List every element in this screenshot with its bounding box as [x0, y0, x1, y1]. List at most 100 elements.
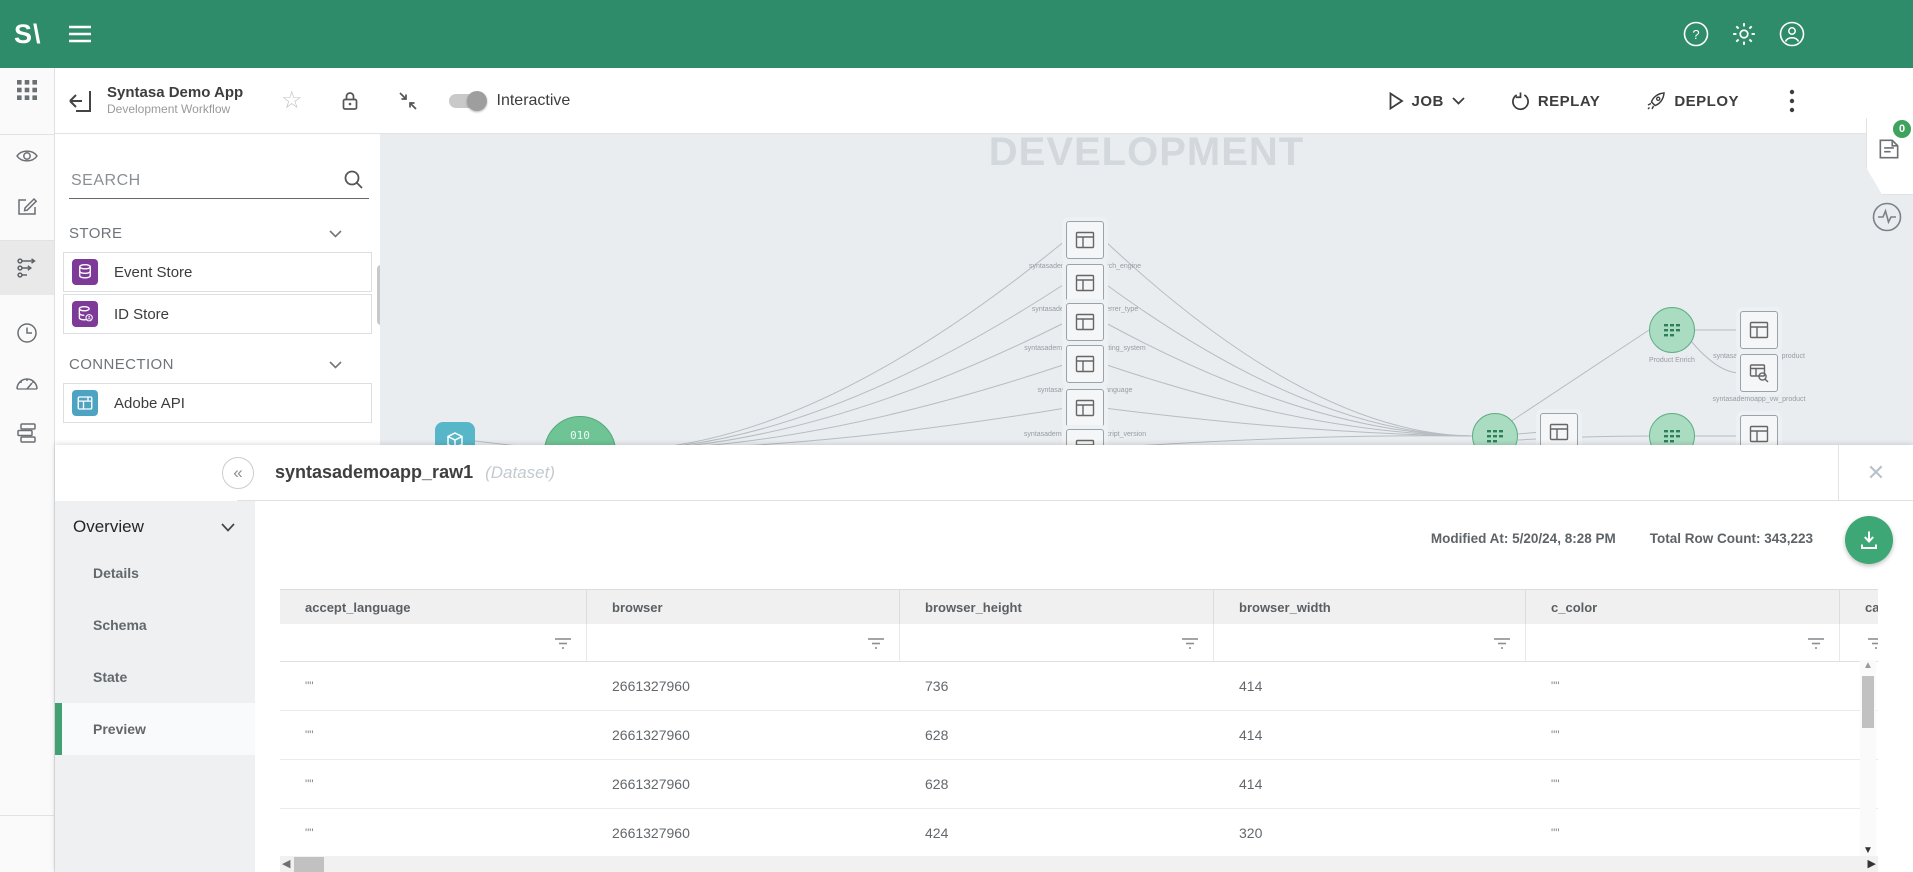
workflow-flow-icon[interactable]	[0, 241, 54, 295]
close-panel-icon[interactable]: ✕	[1838, 445, 1913, 500]
palette-item-label: Adobe API	[114, 395, 185, 412]
job-button[interactable]: JOB	[1388, 92, 1465, 110]
empty-string-value: ""	[305, 777, 314, 791]
filter-icon	[1867, 636, 1878, 650]
chevron-down-icon	[329, 230, 342, 238]
modified-at-label: Modified At: 5/20/24, 8:28 PM	[1431, 531, 1616, 546]
subnav-overview-header[interactable]: Overview	[55, 501, 255, 547]
workflow-canvas[interactable]: DEVELOPMENT 010syntasademoapp_lk_search_…	[380, 134, 1913, 445]
datasets-stack-icon[interactable]	[0, 411, 54, 455]
section-header-connection[interactable]: CONNECTION	[69, 356, 342, 373]
syntasa-logo: S\	[14, 19, 42, 50]
database-user-icon	[72, 301, 98, 327]
edit-compose-icon[interactable]	[0, 184, 54, 228]
workflow-node[interactable]	[1540, 413, 1578, 445]
download-button[interactable]	[1845, 516, 1893, 564]
cell-browser_width: 320	[1214, 809, 1526, 857]
replay-button[interactable]: REPLAY	[1511, 92, 1600, 111]
cell-accept_language: ""	[280, 662, 587, 710]
cell-c_color: ""	[1526, 809, 1840, 857]
help-icon[interactable]: ?	[1683, 21, 1709, 47]
apps-waffle-icon[interactable]	[0, 68, 54, 112]
horizontal-scroll-thumb[interactable]	[294, 857, 324, 872]
preview-eye-icon[interactable]	[0, 134, 54, 178]
settings-gear-icon[interactable]	[1731, 21, 1757, 47]
cell-browser_width: 414	[1214, 711, 1526, 759]
dashboard-gauge-icon[interactable]	[0, 362, 54, 406]
column-header-browser_width[interactable]: browser_width	[1214, 590, 1526, 624]
column-filter-can[interactable]	[1840, 624, 1878, 661]
table-row[interactable]: ""2661327960628414""l	[280, 760, 1878, 809]
column-filter-c_color[interactable]	[1526, 624, 1840, 661]
interactive-toggle[interactable]	[449, 94, 485, 108]
scroll-right-arrow[interactable]: ▶	[1868, 857, 1876, 870]
scroll-down-arrow[interactable]: ▼	[1863, 845, 1873, 856]
palette-item-id-store[interactable]: ID Store	[63, 294, 372, 334]
column-filter-browser_height[interactable]	[900, 624, 1214, 661]
column-header-c_color[interactable]: c_color	[1526, 590, 1840, 624]
section-label: CONNECTION	[69, 356, 174, 373]
notes-icon[interactable]	[1876, 136, 1902, 162]
column-header-browser[interactable]: browser	[587, 590, 900, 624]
palette-item-event-store[interactable]: Event Store	[63, 252, 372, 292]
cell-browser_height: 424	[900, 809, 1214, 857]
workflow-node-syntasademoapp-lk-search-engine[interactable]	[1066, 221, 1104, 259]
job-label: JOB	[1412, 93, 1444, 110]
workflow-back-icon[interactable]	[67, 88, 93, 114]
cell-browser_height: 628	[900, 711, 1214, 759]
workflow-node-syntasademoapp-lk-language[interactable]	[1066, 345, 1104, 383]
dataset-title: syntasademoapp_raw1	[275, 462, 473, 483]
column-header-browser_height[interactable]: browser_height	[900, 590, 1214, 624]
table-row[interactable]: ""2661327960736414""l	[280, 662, 1878, 711]
subnav-item-state[interactable]: State	[55, 651, 255, 703]
section-header-store[interactable]: STORE	[69, 225, 342, 242]
scroll-up-arrow[interactable]: ▲	[1863, 660, 1873, 671]
topbar-actions: ?	[1683, 0, 1805, 68]
chevron-down-icon	[329, 361, 342, 369]
workflow-node-syntasademoapp-lk-operating-system[interactable]	[1066, 303, 1104, 341]
subnav-item-details[interactable]: Details	[55, 547, 255, 599]
workflow-node[interactable]	[435, 422, 475, 445]
column-header-accept_language[interactable]: accept_language	[280, 590, 587, 624]
rocket-icon	[1646, 91, 1666, 111]
workflow-node[interactable]	[1066, 429, 1104, 445]
workflow-node[interactable]	[1740, 415, 1778, 445]
subnav-item-schema[interactable]: Schema	[55, 599, 255, 651]
workflow-node-syntasademoapp-lk-javascript-version[interactable]	[1066, 389, 1104, 427]
notes-count-badge: 0	[1893, 120, 1911, 138]
column-filter-browser_width[interactable]	[1214, 624, 1526, 661]
left-panel-sections: STORE Event StoreID Store CONNECTION Adobe …	[55, 225, 380, 423]
search-input[interactable]	[69, 168, 369, 199]
vertical-scroll-thumb[interactable]	[1862, 676, 1874, 728]
column-filter-browser[interactable]	[587, 624, 900, 661]
table-row[interactable]: ""2661327960424320""l	[280, 809, 1878, 858]
workflow-node-syntasademoapp-lk-referrer-type[interactable]	[1066, 264, 1104, 302]
column-filter-accept_language[interactable]	[280, 624, 587, 661]
user-profile-icon[interactable]	[1779, 21, 1805, 47]
node-palette-panel: STORE Event StoreID Store CONNECTION Adobe …	[55, 134, 380, 445]
hamburger-menu-icon[interactable]	[68, 24, 92, 44]
toolbar-actions: JOB REPLAY DEPLOY	[1388, 68, 1796, 134]
favorite-star-icon[interactable]: ☆	[281, 91, 303, 111]
chevron-down-icon	[1452, 97, 1465, 105]
workflow-node-syntasademoapp-vw-product[interactable]	[1740, 354, 1778, 392]
subnav-item-preview[interactable]: Preview	[55, 703, 255, 755]
table-row[interactable]: ""2661327960628414""l	[280, 711, 1878, 760]
collapse-panel-icon[interactable]: «	[222, 457, 254, 489]
workflow-node-syntasademoapp-ds-product[interactable]	[1740, 311, 1778, 349]
horizontal-scrollbar[interactable]: ◀ ▶	[280, 856, 1878, 872]
deploy-button[interactable]: DEPLOY	[1646, 91, 1739, 111]
palette-item-adobe-api[interactable]: Adobe API	[63, 383, 372, 423]
lock-icon[interactable]	[339, 90, 361, 112]
left-icon-rail: ≫	[0, 68, 55, 872]
more-options-kebab-icon[interactable]	[1789, 89, 1795, 113]
activity-pulse-icon[interactable]	[1871, 201, 1903, 233]
scroll-left-arrow[interactable]: ◀	[282, 857, 290, 870]
column-header-can[interactable]: can	[1840, 590, 1878, 624]
vertical-scrollbar[interactable]: ▲ ▼	[1860, 660, 1876, 856]
workflow-node-Product-Enrich[interactable]	[1649, 307, 1695, 353]
history-clock-icon[interactable]	[0, 311, 54, 355]
section-label: STORE	[69, 225, 122, 242]
search-icon[interactable]	[342, 168, 366, 192]
collapse-arrows-icon[interactable]	[397, 90, 419, 112]
